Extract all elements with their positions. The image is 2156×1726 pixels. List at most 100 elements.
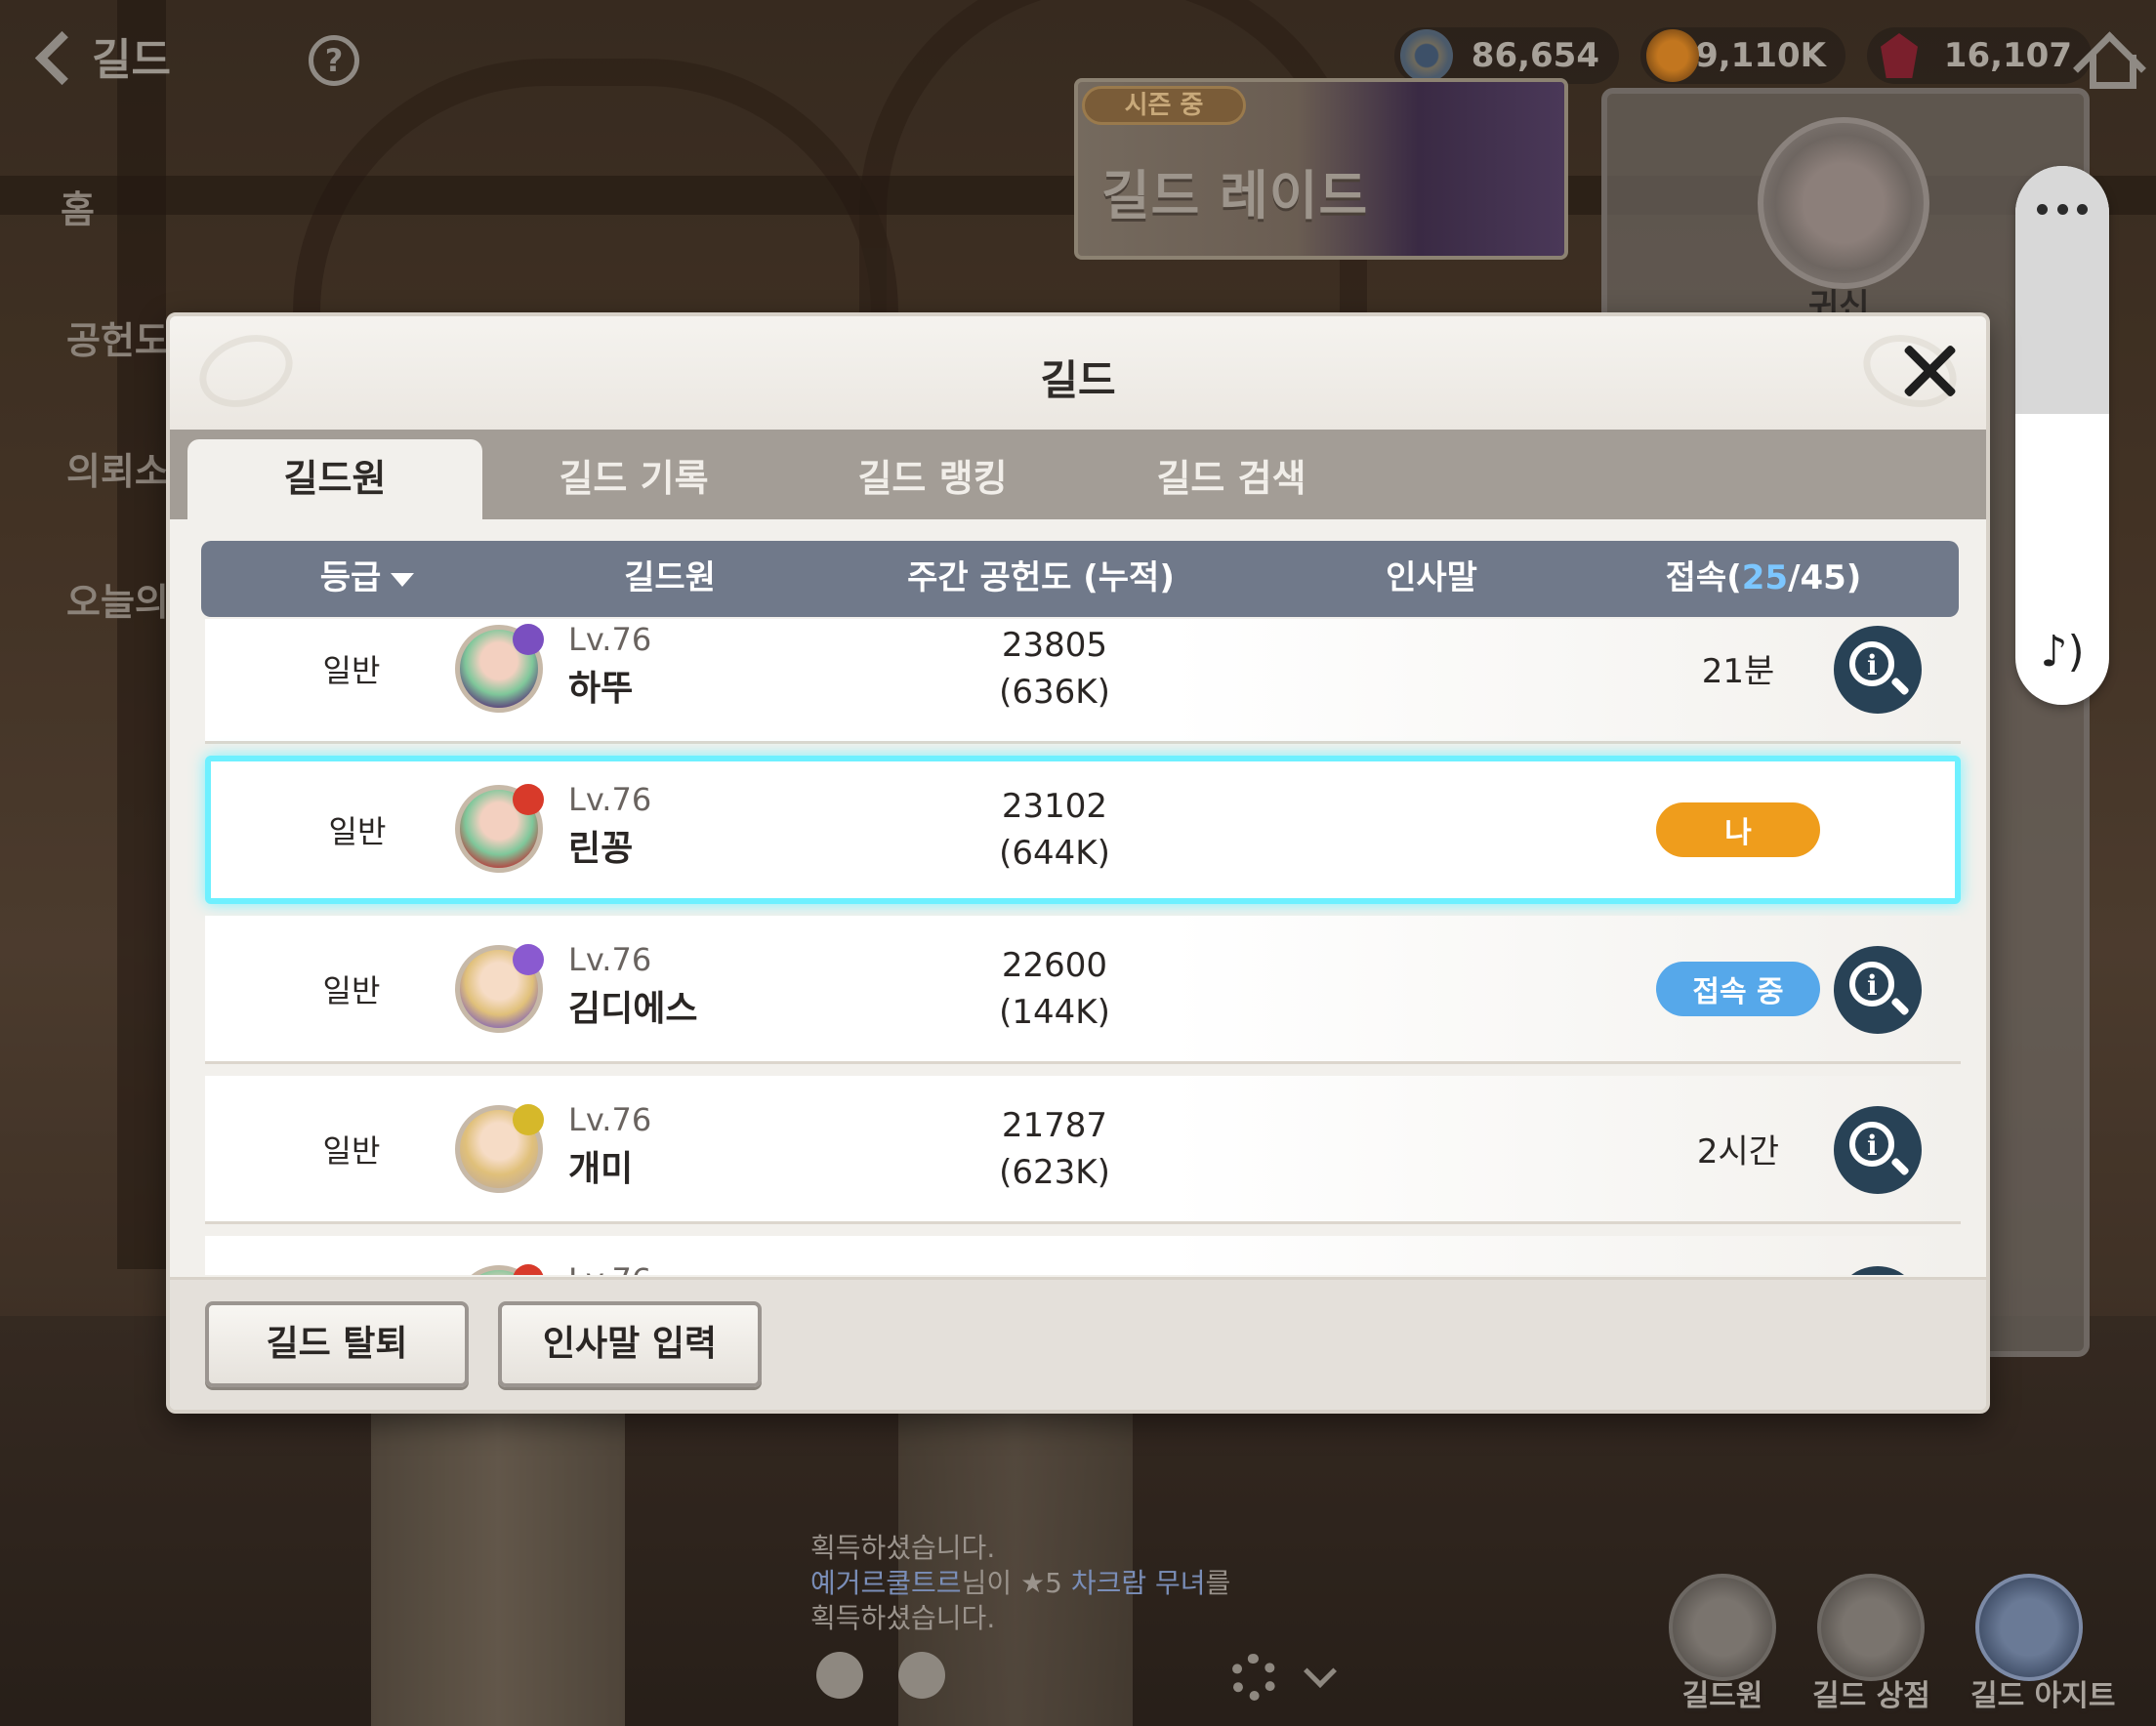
top-nav: 길드 <box>29 21 171 90</box>
side-item-requests[interactable]: 의뢰소 <box>66 441 169 495</box>
tab-members[interactable]: 길드원 <box>187 439 482 519</box>
member-info-button[interactable]: i <box>1834 626 1922 714</box>
guild-members-button[interactable]: 길드원 <box>1664 1574 1781 1720</box>
tab-ranking[interactable]: 길드 랭킹 <box>785 439 1080 519</box>
weekly-contribution: 23805 <box>1001 625 1108 665</box>
chat-user: 예거르쿨트르 <box>810 1567 962 1599</box>
element-badge-icon <box>513 1264 544 1275</box>
chat-feed: 획득하셨습니다. 예거르쿨트르님이 ★5 차크람 무녀를 획득하셨습니다. <box>810 1531 1230 1636</box>
modal-title: 길드 <box>1040 356 1116 404</box>
grade-sort-button[interactable]: 등급 <box>279 541 455 615</box>
access-online-count: 25 <box>1741 558 1789 597</box>
cumulative-contribution: (623K) <box>999 1152 1110 1192</box>
chat-text: 님이 ★5 <box>961 1567 1071 1599</box>
column-access: 접속(25/45) <box>1646 541 1881 615</box>
guild-shop-button[interactable]: 길드 상점 <box>1812 1574 1930 1720</box>
member-grade: 일반 <box>322 651 381 689</box>
more-dots-icon[interactable] <box>2037 199 2088 219</box>
chat-bubble-icon[interactable] <box>898 1652 945 1699</box>
table-row[interactable]: 일반 Lv.76 개미 21787 (623K) 2시간 i <box>205 1076 1961 1224</box>
access-prefix: 접속( <box>1665 558 1742 597</box>
column-contribution: 주간 공헌도 (누적) <box>907 558 1175 597</box>
chat-line: 획득하셨습니다. <box>810 1532 996 1564</box>
online-badge: 접속 중 <box>1656 961 1820 1016</box>
button-label: 길드 아지트 <box>1970 1679 2116 1713</box>
avatar <box>455 784 544 873</box>
modal-header: 길드 <box>170 316 1986 430</box>
column-member: 길드원 <box>624 558 716 597</box>
help-icon[interactable]: ? <box>309 35 359 86</box>
member-contribution: 23805 (636K) <box>967 619 1142 741</box>
currency-gold[interactable]: 29,110K <box>1640 27 1845 84</box>
sound-icon[interactable]: ♪) <box>2033 623 2092 681</box>
member-grade: 일반 <box>328 813 387 850</box>
chat-line: 예거르쿨트르님이 ★5 차크람 무녀를 <box>810 1566 1230 1601</box>
close-icon[interactable] <box>1898 340 1961 402</box>
avatar <box>455 944 544 1033</box>
tab-bar: 길드원 길드 기록 길드 랭킹 길드 검색 <box>170 430 1986 519</box>
element-badge-icon <box>513 1104 544 1135</box>
leave-guild-button[interactable]: 길드 탈퇴 <box>205 1301 469 1387</box>
raid-title: 길드 레이드 <box>1101 165 1369 226</box>
member-level: Lv.76 <box>568 941 652 978</box>
tab-records[interactable]: 길드 기록 <box>486 439 781 519</box>
table-row[interactable]: Lv.76 22431 i <box>205 1236 1961 1275</box>
cumulative-contribution: (636K) <box>999 672 1110 712</box>
weekly-contribution: 22600 <box>1001 945 1108 985</box>
back-arrow-icon[interactable] <box>29 21 78 90</box>
member-list[interactable]: 일반 Lv.76 하뚜 23805 (636K) 21분 i 일반 Lv.76 … <box>170 619 1986 1275</box>
element-badge-icon <box>513 624 544 655</box>
member-name: 하뚜 <box>568 669 634 709</box>
member-level: Lv.76 <box>568 621 652 658</box>
button-label: 길드 상점 <box>1812 1679 1930 1713</box>
table-header: 등급 길드원 주간 공헌도 (누적) 인사말 접속(25/45) <box>201 541 1959 617</box>
currency-gem[interactable]: 16,107 <box>1867 27 2092 84</box>
side-item-today[interactable]: 오늘의 <box>66 572 169 626</box>
button-label: 길드원 <box>1681 1679 1763 1713</box>
table-row-me[interactable]: 일반 Lv.76 린꽁 23102 (644K) 나 <box>205 756 1961 904</box>
member-name: 개미 <box>568 1149 634 1189</box>
modal-footer: 길드 탈퇴 인사말 입력 <box>170 1277 1986 1410</box>
gear-icon[interactable] <box>1230 1654 1277 1701</box>
sort-down-icon <box>391 572 415 587</box>
avatar <box>455 1264 544 1275</box>
me-badge: 나 <box>1656 802 1820 857</box>
avatar <box>455 1104 544 1193</box>
home-icon[interactable] <box>2078 27 2136 89</box>
side-item-contribution[interactable]: 공헌도 <box>66 310 169 364</box>
member-level: Lv.76 <box>568 1261 651 1275</box>
gold-coin-icon <box>1646 29 1699 82</box>
currency-value: 16,107 <box>1943 36 2072 75</box>
member-name: 린꽁 <box>568 829 634 869</box>
table-row[interactable]: 일반 Lv.76 김디에스 22600 (144K) 접속 중 i <box>205 916 1961 1064</box>
hideout-icon <box>1975 1574 2083 1681</box>
member-name: 김디에스 <box>568 989 698 1029</box>
currency-ring[interactable]: 86,654 <box>1394 27 1619 84</box>
red-gem-icon <box>1873 29 1926 82</box>
member-level: Lv.76 <box>568 1101 652 1138</box>
emoji-icon[interactable] <box>816 1652 863 1699</box>
page-title: 길드 <box>92 35 171 85</box>
last-access: 2시간 <box>1696 1132 1780 1171</box>
chat-item: 차크람 무녀 <box>1070 1567 1206 1599</box>
member-info-button[interactable]: i <box>1834 1266 1922 1275</box>
table-row[interactable]: 일반 Lv.76 하뚜 23805 (636K) 21분 i <box>205 619 1961 744</box>
member-info-button[interactable]: i <box>1834 946 1922 1034</box>
cumulative-contribution: (144K) <box>999 992 1110 1032</box>
element-badge-icon <box>513 944 544 975</box>
members-icon <box>1669 1574 1776 1681</box>
member-info-button[interactable]: i <box>1834 1106 1922 1194</box>
guild-modal: 길드 길드원 길드 기록 길드 랭킹 길드 검색 등급 길드원 주간 공헌도 (… <box>166 312 1990 1414</box>
element-badge-icon <box>513 784 544 815</box>
status-cell: 나 <box>1650 761 1826 898</box>
member-contribution: 22600 (144K) <box>967 916 1142 1061</box>
greeting-input-button[interactable]: 인사말 입력 <box>498 1301 762 1387</box>
weekly-contribution: 23102 <box>1001 787 1108 826</box>
member-contribution: 22431 <box>967 1236 1142 1275</box>
guild-hideout-button[interactable]: 길드 아지트 <box>1970 1574 2116 1720</box>
member-level: Lv.76 <box>568 781 652 818</box>
side-item-home[interactable]: 홈 <box>61 180 95 233</box>
tab-search[interactable]: 길드 검색 <box>1084 439 1379 519</box>
ring-coin-icon <box>1400 29 1453 82</box>
guild-emblem-icon <box>1758 117 1929 289</box>
